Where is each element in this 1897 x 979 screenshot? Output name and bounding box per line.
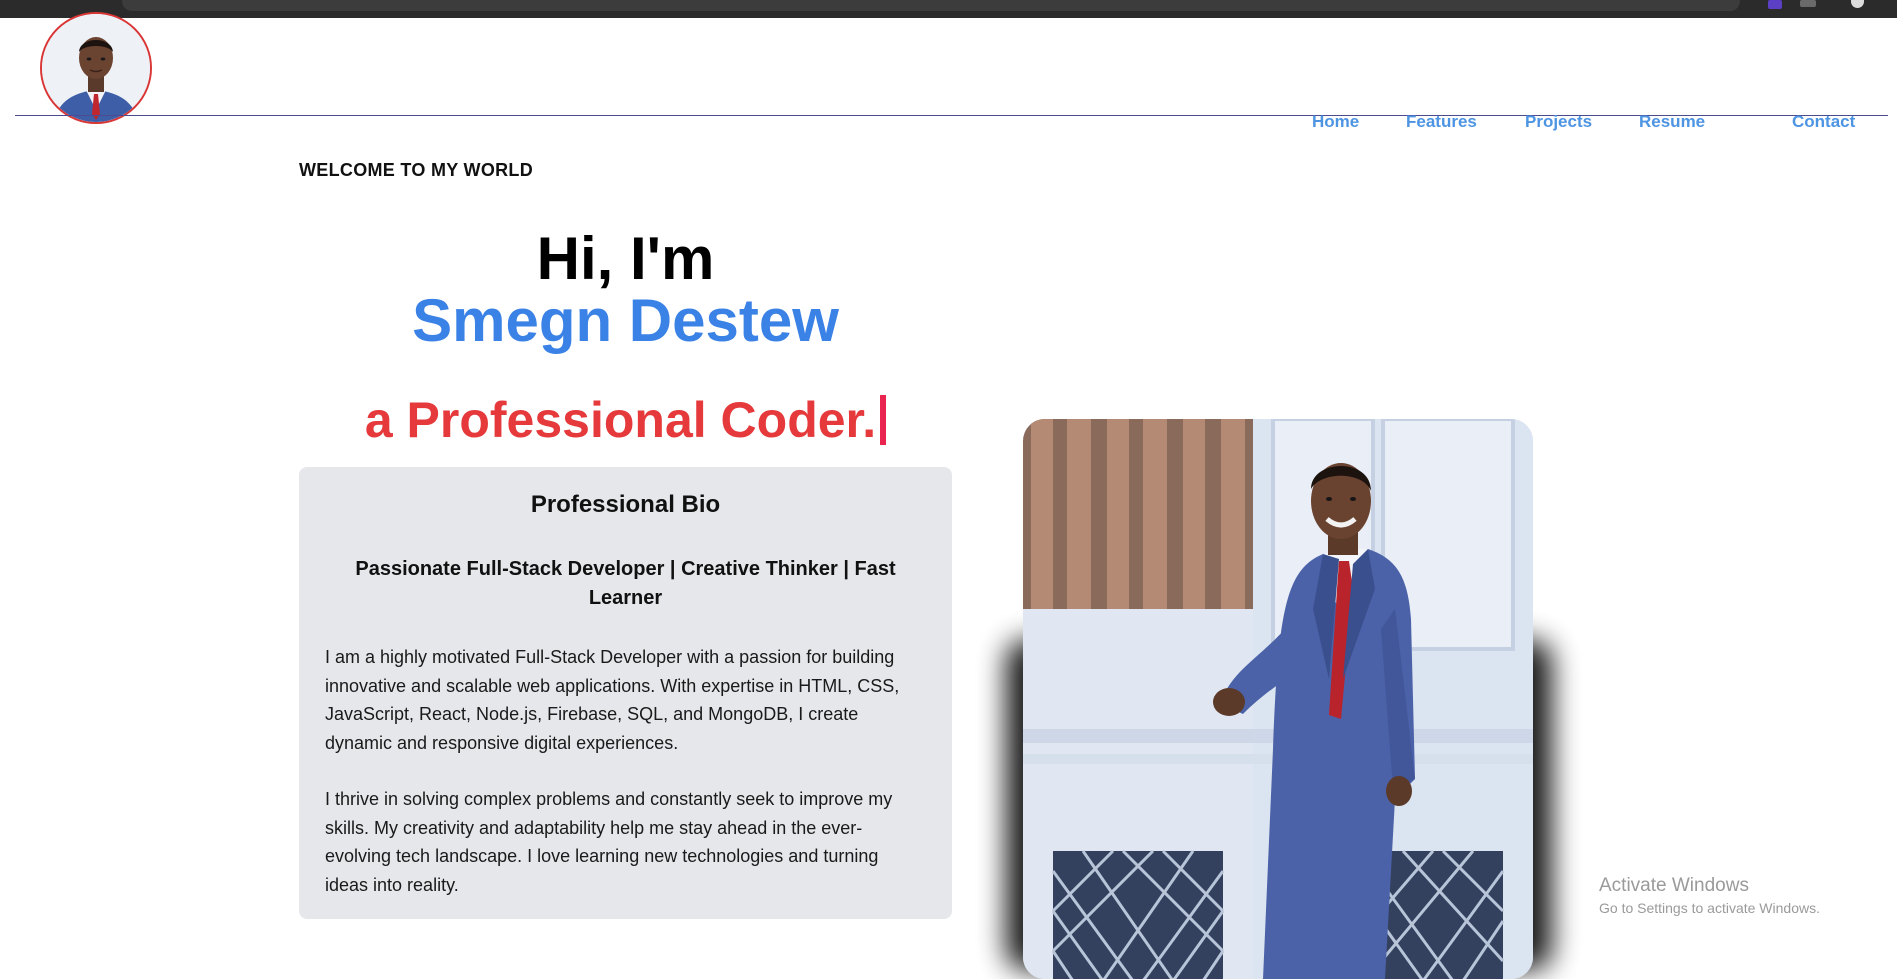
typing-cursor bbox=[880, 395, 887, 445]
nav-resume[interactable]: Resume bbox=[1639, 112, 1705, 132]
windows-activation-watermark: Activate Windows Go to Settings to activ… bbox=[1599, 874, 1820, 918]
extension-icon[interactable] bbox=[1768, 0, 1782, 9]
nav-home[interactable]: Home bbox=[1312, 112, 1359, 132]
watermark-subtitle: Go to Settings to activate Windows. bbox=[1599, 900, 1820, 916]
name-heading: Smegn Destew bbox=[412, 287, 839, 354]
watermark-title: Activate Windows bbox=[1599, 875, 1749, 896]
profile-icon[interactable] bbox=[1851, 0, 1864, 8]
bio-card: Professional Bio Passionate Full-Stack D… bbox=[299, 467, 952, 919]
typed-text: a Professional Coder. bbox=[364, 392, 877, 448]
avatar[interactable] bbox=[40, 12, 152, 124]
avatar-image bbox=[42, 14, 150, 122]
browser-toolbar bbox=[0, 0, 1897, 18]
header-divider bbox=[15, 115, 1888, 116]
welcome-label: WELCOME TO MY WORLD bbox=[299, 160, 534, 180]
bio-subtitle: Passionate Full-Stack Developer | Creati… bbox=[355, 558, 896, 609]
bio-paragraph-1: I am a highly motivated Full-Stack Devel… bbox=[325, 647, 900, 753]
nav-features[interactable]: Features bbox=[1406, 112, 1477, 132]
portrait-photo bbox=[1023, 419, 1533, 979]
greeting-heading: Hi, I'm bbox=[536, 225, 715, 292]
typed-tagline: a Professional Coder. bbox=[299, 388, 952, 452]
bio-title: Professional Bio bbox=[530, 491, 721, 518]
extension-icon[interactable] bbox=[1800, 0, 1816, 7]
nav-contact[interactable]: Contact bbox=[1792, 112, 1855, 132]
portrait-image bbox=[1023, 419, 1533, 979]
nav-projects[interactable]: Projects bbox=[1525, 112, 1592, 132]
address-bar[interactable] bbox=[122, 0, 1740, 11]
bio-paragraph-2: I thrive in solving complex problems and… bbox=[325, 789, 893, 895]
